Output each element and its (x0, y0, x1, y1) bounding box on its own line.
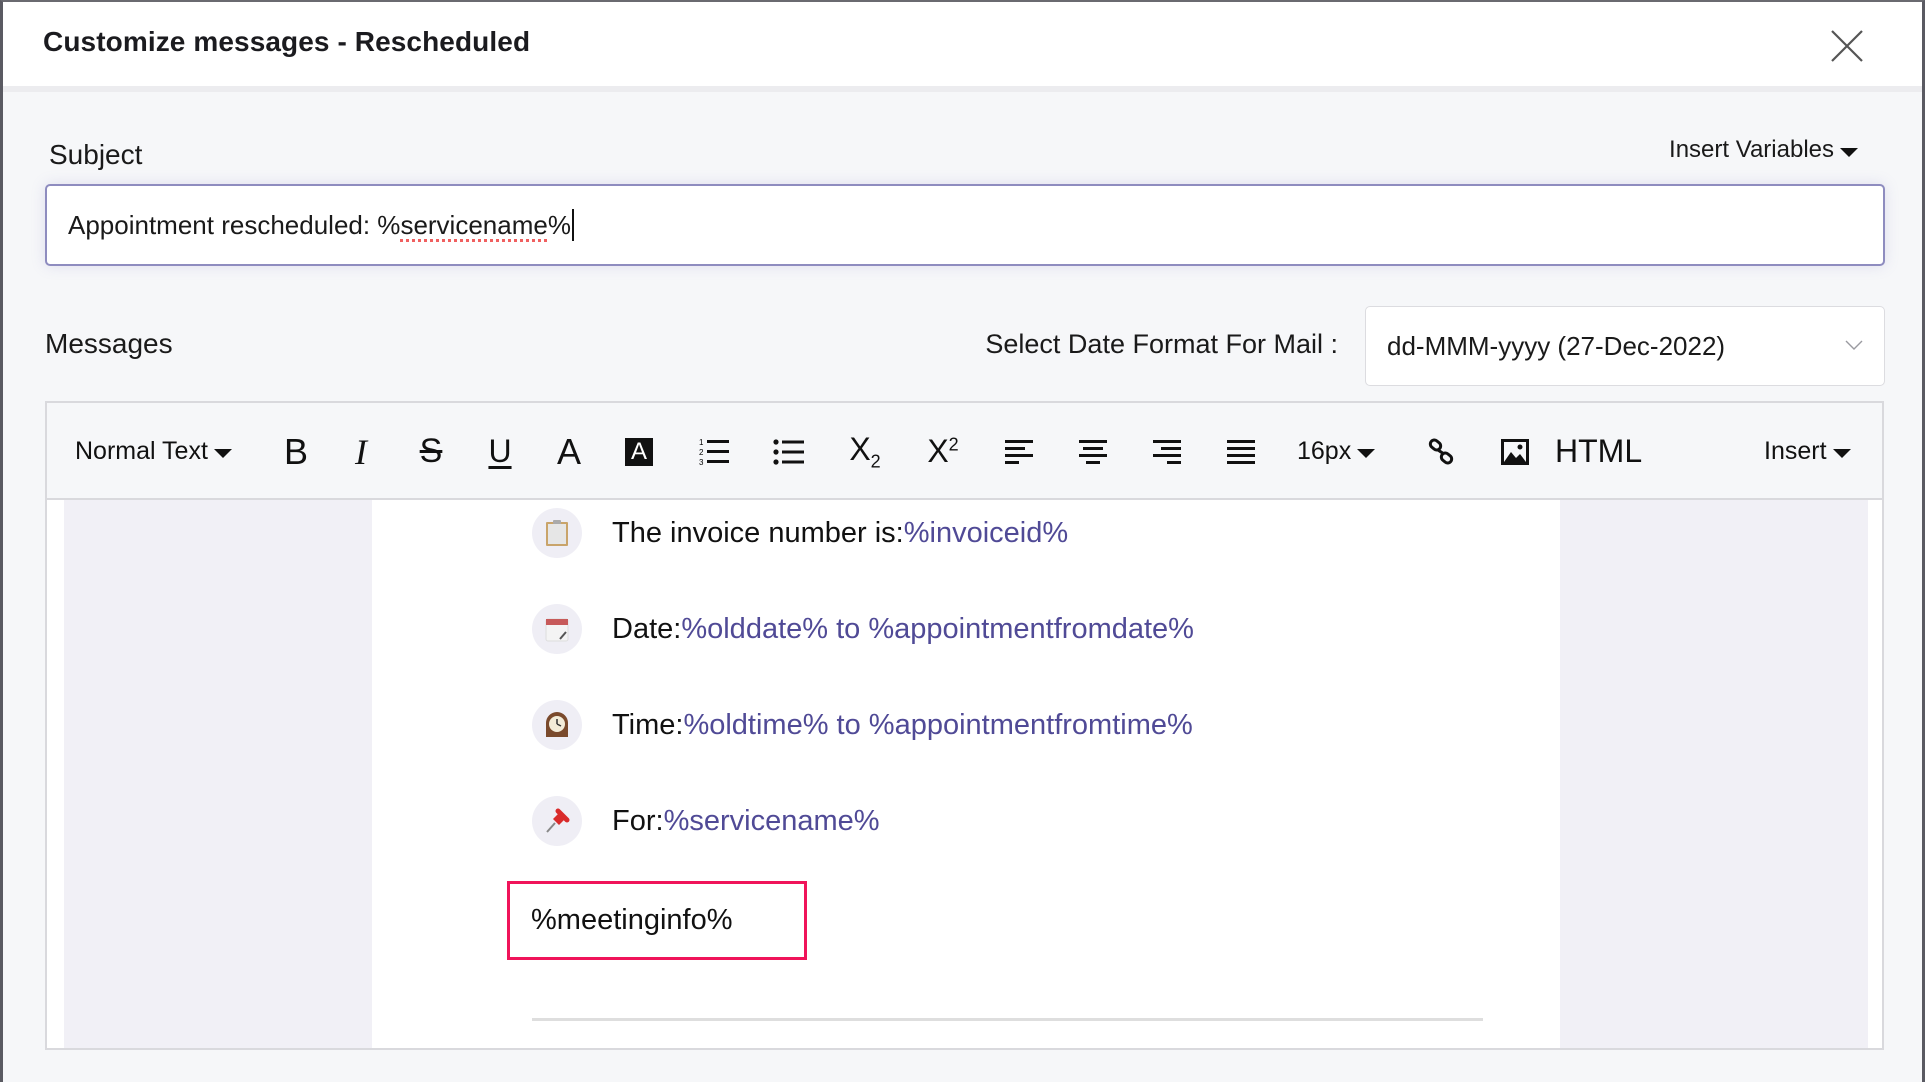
svg-text:1: 1 (699, 438, 704, 447)
superscript-button[interactable]: X2 (923, 403, 963, 500)
chevron-down-icon (1845, 340, 1863, 350)
meeting-info-highlight: %meetinginfo% (507, 881, 807, 960)
service-text: For:%servicename% (612, 805, 880, 838)
caret-down-icon (1357, 449, 1376, 458)
insert-link-button[interactable] (1423, 403, 1459, 500)
date-format-value: dd-MMM-yyyy (27-Dec-2022) (1387, 330, 1726, 361)
close-icon (1831, 30, 1863, 62)
font-size-label: 16px (1297, 437, 1352, 465)
text-cursor (571, 209, 574, 241)
date-text: Date:%olddate% to %appointmentfromdate% (612, 613, 1194, 646)
paragraph-style-label: Normal Text (75, 437, 208, 465)
subscript-button[interactable]: X2 (845, 403, 885, 500)
content-divider (532, 1018, 1483, 1021)
bold-icon: B (283, 430, 308, 472)
rich-text-editor: Normal Text B I S U A A 123 X2 X2 16px H… (45, 401, 1884, 1050)
subject-value-suffix: % (547, 209, 571, 240)
date-variable: %olddate% to %appointmentfromdate% (681, 612, 1194, 645)
insert-variables-dropdown[interactable]: Insert Variables (1669, 136, 1858, 164)
date-format-select[interactable]: dd-MMM-yyyy (27-Dec-2022) (1365, 306, 1885, 386)
insert-variables-label: Insert Variables (1669, 136, 1834, 163)
insert-dropdown[interactable]: Insert (1764, 403, 1851, 500)
paragraph-style-dropdown[interactable]: Normal Text (75, 403, 232, 500)
subscript-icon: X2 (849, 430, 881, 472)
numbered-list-button[interactable]: 123 (695, 403, 735, 500)
html-label: HTML (1555, 433, 1643, 469)
editor-right-margin (1560, 500, 1868, 1048)
editor-content[interactable]: The invoice number is:%invoiceid% Date:%… (372, 500, 1560, 1048)
clipboard-icon (532, 508, 582, 558)
underline-icon: U (488, 433, 512, 469)
meeting-info-text: %meetinginfo% (531, 904, 733, 936)
numbered-list-icon: 123 (699, 438, 729, 467)
background-color-button[interactable]: A (623, 403, 655, 500)
time-label: Time: (612, 708, 684, 741)
align-center-button[interactable] (1073, 403, 1113, 500)
subject-label-text: Subject (49, 139, 143, 170)
caret-down-icon (1832, 449, 1851, 458)
date-row: Date:%olddate% to %appointmentfromdate% (532, 604, 1194, 654)
italic-button[interactable]: I (341, 403, 381, 500)
align-right-icon (1153, 439, 1181, 464)
justify-icon (1227, 439, 1255, 464)
font-color-button[interactable]: A (549, 403, 589, 500)
align-left-button[interactable] (999, 403, 1039, 500)
bold-button[interactable]: B (276, 403, 316, 500)
font-size-dropdown[interactable]: 16px (1297, 403, 1376, 500)
align-right-button[interactable] (1147, 403, 1187, 500)
clock-icon (532, 700, 582, 750)
bulleted-list-button[interactable] (769, 403, 809, 500)
subject-input[interactable]: Appointment rescheduled: % servicename% (45, 184, 1885, 266)
caret-down-icon (1840, 147, 1858, 157)
insert-image-button[interactable] (1497, 403, 1533, 500)
messages-label: Messages (45, 328, 173, 359)
editor-left-margin (64, 500, 372, 1048)
image-icon (1501, 438, 1529, 465)
strikethrough-button[interactable]: S (411, 403, 451, 500)
subject-value-prefix: Appointment rescheduled: % (68, 209, 401, 240)
dialog-header: Customize messages - Rescheduled (3, 2, 1922, 92)
time-variable: %oldtime% to %appointmentfromtime% (683, 708, 1193, 741)
align-left-icon (1005, 439, 1033, 464)
italic-icon: I (355, 431, 367, 472)
insert-label: Insert (1764, 437, 1827, 465)
subject-value-variable: servicename (400, 209, 548, 240)
link-icon (1428, 438, 1454, 464)
svg-text:3: 3 (699, 458, 704, 467)
pushpin-icon (532, 796, 582, 846)
align-center-icon (1079, 439, 1107, 464)
time-text: Time:%oldtime% to %appointmentfromtime% (612, 709, 1193, 742)
caret-down-icon (213, 449, 232, 458)
font-color-icon: A (556, 430, 581, 472)
background-color-icon: A (625, 437, 653, 466)
invoice-variable: %invoiceid% (903, 516, 1069, 549)
service-variable: %servicename% (663, 804, 880, 837)
date-label: Date: (612, 612, 682, 645)
svg-text:2: 2 (699, 448, 704, 457)
editor-toolbar: Normal Text B I S U A A 123 X2 X2 16px H… (47, 403, 1882, 500)
invoice-row: The invoice number is:%invoiceid% (532, 508, 1068, 558)
dialog-title: Customize messages - Rescheduled (43, 26, 531, 57)
strikethrough-icon: S (419, 432, 443, 470)
superscript-icon: X2 (927, 433, 959, 469)
html-button[interactable]: HTML (1555, 403, 1642, 500)
bulleted-list-icon (773, 438, 804, 465)
underline-button[interactable]: U (480, 403, 520, 500)
customize-messages-dialog: Customize messages - Rescheduled Subject… (0, 0, 1925, 1082)
invoice-label: The invoice number is: (612, 516, 904, 549)
justify-button[interactable] (1221, 403, 1261, 500)
date-format-label: Select Date Format For Mail : (985, 329, 1338, 359)
subject-label: Subject (49, 139, 142, 171)
close-button[interactable] (1829, 28, 1865, 64)
service-row: For:%servicename% (532, 796, 880, 846)
invoice-text: The invoice number is:%invoiceid% (612, 517, 1068, 550)
service-label: For: (612, 804, 664, 837)
calendar-icon (532, 604, 582, 654)
time-row: Time:%oldtime% to %appointmentfromtime% (532, 700, 1193, 750)
